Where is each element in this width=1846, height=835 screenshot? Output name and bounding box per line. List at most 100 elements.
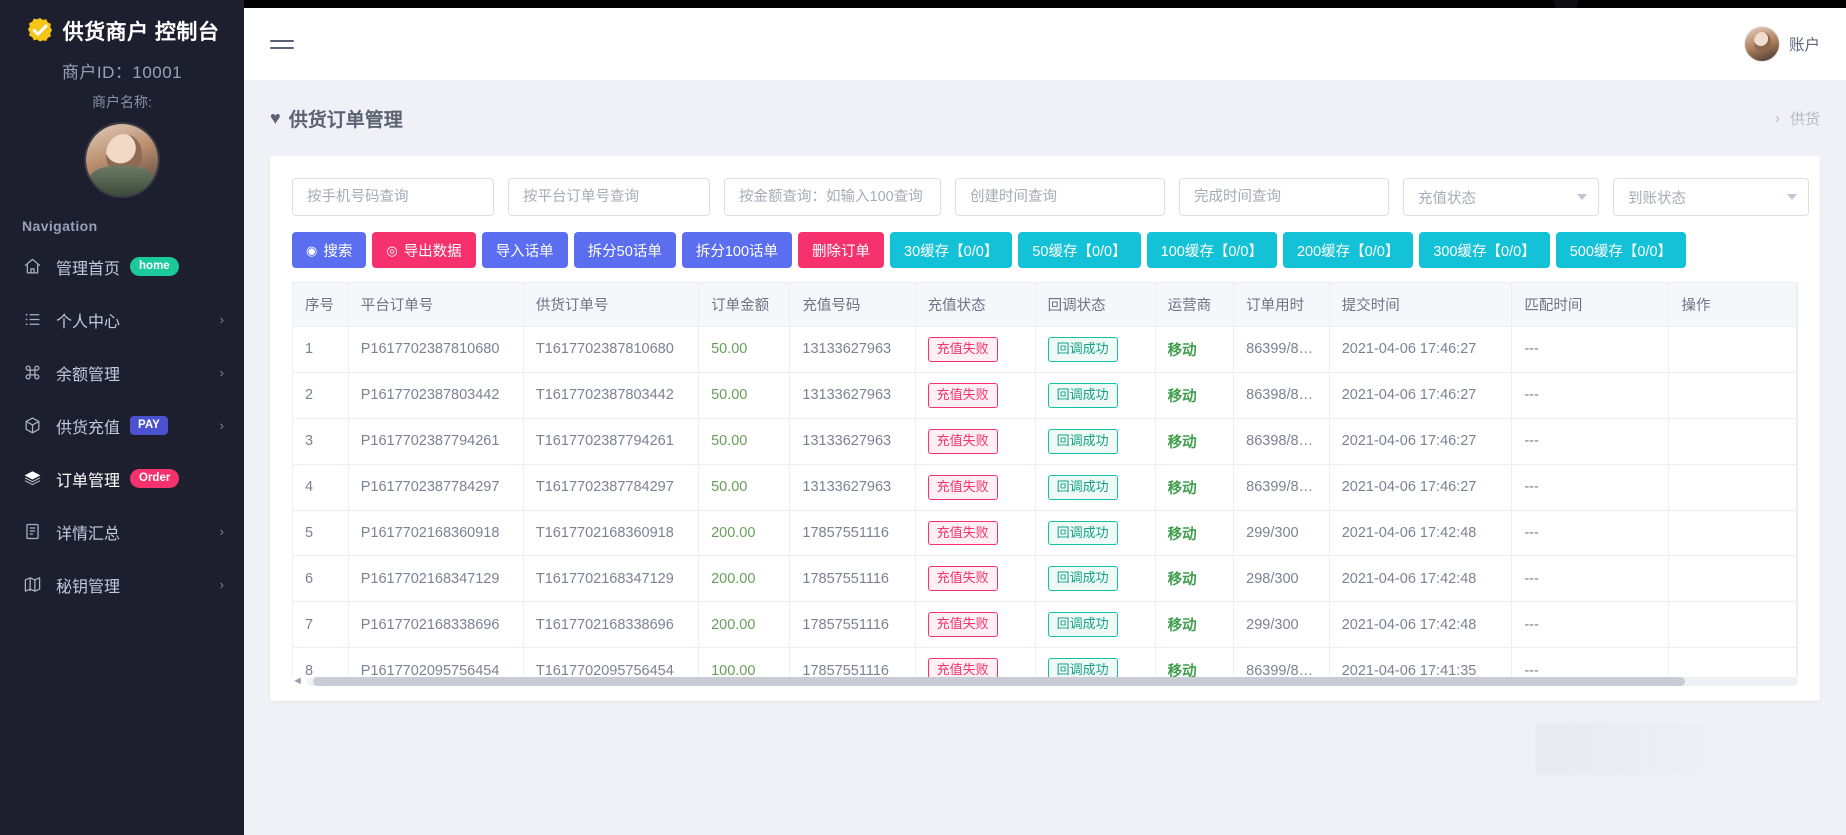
brand[interactable]: 供货商户 控制台 <box>0 0 244 46</box>
cell-operation <box>1668 601 1797 649</box>
cell-isp: 移动 <box>1155 601 1235 649</box>
cell-amount: 50.00 <box>698 372 791 419</box>
cache-30-button[interactable]: 30缓存【0/0】 <box>890 232 1013 268</box>
export-icon: ◎ <box>386 242 398 258</box>
cell-submit-time: 2021-04-06 17:46:27 <box>1329 372 1513 419</box>
table-row[interactable]: 6 P1617702168347129 T1617702168347129 200.0… <box>293 555 1797 603</box>
sidebar-item-personal-center[interactable]: 个人中心 › <box>0 293 244 346</box>
cell-duration: 299/300 <box>1233 510 1330 557</box>
cell-phone: 17857551116 <box>789 601 916 649</box>
created-time-input[interactable] <box>955 178 1165 216</box>
split-100-button[interactable]: 拆分100话单 <box>681 232 793 268</box>
scrollbar-track[interactable] <box>306 676 1798 686</box>
cell-match-time: --- <box>1511 601 1670 649</box>
sidebar-item-key-management[interactable]: 秘钥管理 › <box>0 558 244 611</box>
table-row[interactable]: 2 P1617702387803442 T1617702387803442 50.00… <box>293 372 1797 419</box>
cell-amount: 200.00 <box>698 601 791 649</box>
cache-50-button[interactable]: 50缓存【0/0】 <box>1018 232 1141 268</box>
cell-supply-order: T1617702387784297 <box>523 464 700 511</box>
cell-submit-time: 2021-04-06 17:42:48 <box>1329 601 1513 649</box>
cell-recharge-status: 充值失败 <box>915 555 1036 603</box>
export-data-button[interactable]: ◎ 导出数据 <box>372 232 476 268</box>
split-50-button[interactable]: 拆分50话单 <box>573 232 676 268</box>
cell-supply-order: T1617702387810680 <box>523 326 700 373</box>
arrival-status-select-wrap: 到账状态 <box>1613 178 1809 216</box>
import-bill-button[interactable]: 导入话单 <box>481 232 568 268</box>
sidebar-item-order-management[interactable]: 订单管理 Order <box>0 452 244 505</box>
search-amount-input[interactable] <box>724 178 941 216</box>
status-badge-recharge: 充值失败 <box>927 382 998 408</box>
sidebar-item-label: 订单管理 <box>56 472 121 490</box>
cell-duration: 86398/86… <box>1233 418 1330 465</box>
search-button[interactable]: ◉ 搜索 <box>292 232 367 268</box>
breadcrumb-item[interactable]: 供货 <box>1790 108 1820 129</box>
cell-operation <box>1668 326 1797 373</box>
topbar: 账户 <box>244 8 1846 80</box>
orders-card: 充值状态 到账状态 ◉ 搜索 ◎ 导出数据 导入话单 拆分50话单 拆分100话… <box>270 156 1820 701</box>
table-row[interactable]: 1 P1617702387810680 T1617702387810680 50.00… <box>293 326 1797 373</box>
action-bar: ◉ 搜索 ◎ 导出数据 导入话单 拆分50话单 拆分100话单 删除订单 30缓… <box>292 232 1798 268</box>
map-icon <box>22 575 42 595</box>
avatar <box>86 124 158 196</box>
cache-200-button[interactable]: 200缓存【0/0】 <box>1282 232 1414 268</box>
hamburger-icon[interactable] <box>270 35 294 54</box>
cache-300-button[interactable]: 300缓存【0/0】 <box>1419 232 1550 268</box>
cell-match-time: --- <box>1511 464 1670 511</box>
finish-time-input[interactable] <box>1179 178 1389 216</box>
cell-submit-time: 2021-04-06 17:42:48 <box>1329 510 1513 557</box>
cache-500-button[interactable]: 500缓存【0/0】 <box>1555 232 1687 268</box>
column-header-amount: 订单金额 <box>698 283 791 327</box>
cell-supply-order: T1617702168338696 <box>523 601 700 649</box>
scrollbar-thumb[interactable] <box>312 676 1685 686</box>
sidebar-item-home[interactable]: 管理首页 home <box>0 240 244 293</box>
cell-amount: 50.00 <box>698 464 791 511</box>
cell-submit-time: 2021-04-06 17:46:27 <box>1329 418 1513 465</box>
merchant-name: 商户名称: <box>92 94 152 110</box>
delete-order-button[interactable]: 删除订单 <box>798 232 885 268</box>
table-row[interactable]: 7 P1617702168338696 T1617702168338696 200.0… <box>293 601 1797 649</box>
cell-duration: 298/300 <box>1233 555 1330 603</box>
heart-icon: ♥ <box>270 108 281 128</box>
cell-phone: 17857551116 <box>789 555 916 603</box>
table-row[interactable]: 5 P1617702168360918 T1617702168360918 200.0… <box>293 510 1797 557</box>
book-icon <box>22 522 42 542</box>
horizontal-scrollbar[interactable]: ◄ <box>292 675 1798 687</box>
cell-isp: 移动 <box>1155 464 1235 511</box>
table-body: 1 P1617702387810680 T1617702387810680 50.00… <box>293 326 1797 677</box>
table-head: 序号 平台订单号 供货订单号 订单金额 充值号码 充值状态 回调状态 运营商 订… <box>293 283 1797 327</box>
sidebar-item-detail-summary[interactable]: 详情汇总 › <box>0 505 244 558</box>
cell-index: 6 <box>293 555 349 603</box>
cell-platform-order: P1617702387784297 <box>348 464 524 511</box>
list-icon <box>22 310 42 330</box>
cell-supply-order: T1617702387794261 <box>523 418 700 465</box>
cell-submit-time: 2021-04-06 17:42:48 <box>1329 555 1513 603</box>
cell-match-time: --- <box>1511 418 1670 465</box>
search-platform-order-input[interactable] <box>508 178 710 216</box>
cache-100-button[interactable]: 100缓存【0/0】 <box>1146 232 1277 268</box>
scroll-left-arrow[interactable]: ◄ <box>292 675 303 687</box>
table-row[interactable]: 3 P1617702387794261 T1617702387794261 50.00… <box>293 418 1797 465</box>
cell-platform-order: P1617702095756454 <box>348 647 524 677</box>
table-row[interactable]: 4 P1617702387784297 T1617702387784297 50.00… <box>293 464 1797 511</box>
orders-table: 序号 平台订单号 供货订单号 订单金额 充值号码 充值状态 回调状态 运营商 订… <box>293 283 1797 677</box>
cell-callback-status: 回调成功 <box>1035 601 1156 649</box>
cell-isp: 移动 <box>1155 326 1235 373</box>
search-phone-input[interactable] <box>292 178 494 216</box>
sidebar-item-label: 供货充值 <box>56 419 121 437</box>
cell-supply-order: T1617702168347129 <box>523 555 700 603</box>
cell-callback-status: 回调成功 <box>1035 464 1156 511</box>
cell-isp: 移动 <box>1155 418 1235 465</box>
account-menu[interactable]: 账户 <box>1744 27 1820 61</box>
status-badge-callback: 回调成功 <box>1047 520 1118 546</box>
arrival-status-select[interactable]: 到账状态 <box>1613 178 1809 216</box>
sidebar-item-balance[interactable]: 余额管理 › <box>0 346 244 399</box>
cell-callback-status: 回调成功 <box>1035 647 1156 677</box>
status-badge-callback: 回调成功 <box>1047 612 1118 638</box>
cell-platform-order: P1617702168360918 <box>348 510 524 557</box>
table-row[interactable]: 8 P1617702095756454 T1617702095756454 100.0… <box>293 647 1797 677</box>
recharge-status-select[interactable]: 充值状态 <box>1403 178 1599 216</box>
cell-phone: 13133627963 <box>789 372 916 419</box>
cell-duration: 86399/86… <box>1233 647 1330 677</box>
brand-title: 供货商户 控制台 <box>62 21 220 44</box>
sidebar-item-supply-recharge[interactable]: 供货充值 PAY › <box>0 399 244 452</box>
